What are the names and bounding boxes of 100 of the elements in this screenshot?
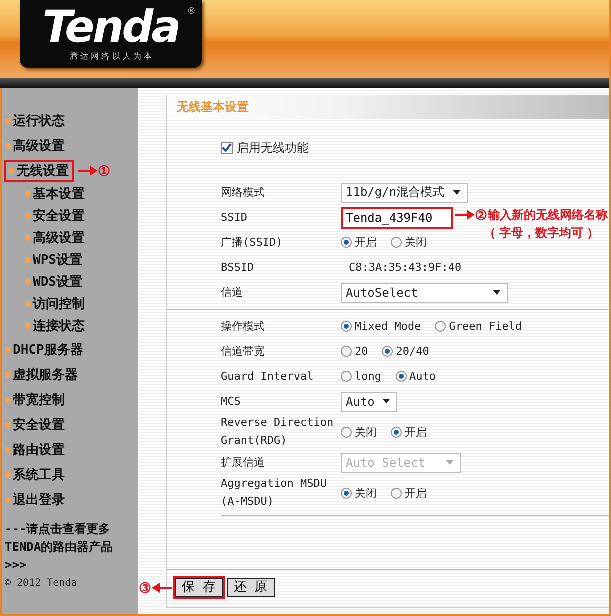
radio-label: Green Field (449, 320, 522, 333)
sidebar-item[interactable]: DHCP服务器 (2, 340, 84, 358)
field-label: Guard Interval (221, 370, 315, 383)
sidebar-item[interactable]: 虚拟服务器 (2, 366, 78, 384)
radio-button[interactable] (391, 237, 402, 248)
sidebar-item[interactable]: 高级设置 (2, 136, 65, 154)
radio-label: Auto (410, 370, 436, 383)
sidebar-item-label: 路由设置 (13, 442, 65, 458)
caret-icon (382, 399, 390, 404)
radio-label: 开启 (405, 424, 427, 440)
field-label: 操作模式 (221, 319, 266, 334)
radio-label: 20/40 (396, 345, 430, 358)
caret-icon (446, 460, 454, 465)
bullet-icon (5, 396, 11, 402)
radio-label: 关闭 (405, 235, 427, 250)
caret-icon (493, 290, 501, 295)
button[interactable]: 保 存 (175, 578, 223, 597)
logo-tagline: 腾 达 网 络 以 人 为 本 (70, 52, 152, 62)
dropdown[interactable]: AutoSelect (341, 282, 508, 302)
radio-label: 开启 (355, 235, 377, 250)
bullet-icon (5, 142, 11, 148)
sidebar-item[interactable]: 访问控制 (22, 295, 85, 313)
sidebar-item-label: 运行状态 (13, 112, 65, 130)
sidebar-item-label: 高级设置 (33, 230, 85, 247)
radio-button[interactable] (341, 488, 352, 498)
radio-button[interactable] (341, 237, 352, 248)
bullet-icon (25, 235, 31, 241)
radio-button[interactable] (341, 321, 352, 332)
callout-number: ① (98, 162, 111, 180)
bullet-icon (5, 372, 11, 378)
caret-icon (453, 190, 461, 195)
sidebar-item[interactable]: WPS设置 (22, 251, 82, 269)
radio-button[interactable] (341, 346, 352, 357)
bullet-icon (25, 279, 31, 285)
bullet-icon (5, 118, 11, 124)
sidebar-item-label: 安全设置 (13, 416, 65, 434)
bullet-icon (25, 257, 31, 263)
sidebar-item[interactable]: 路由设置 (2, 440, 65, 458)
field-label: 广播(SSID) (221, 235, 284, 250)
field-label: SSID (221, 211, 248, 224)
sidebar-item-label: 连接状态 (33, 318, 85, 335)
promo-link[interactable]: TENDA的路由器产品 (5, 538, 138, 556)
sidebar-item[interactable]: 高级设置 (22, 229, 85, 247)
registered-mark: ® (187, 6, 196, 19)
bullet-icon (9, 168, 15, 174)
sidebar-item-label: 基本设置 (33, 186, 85, 203)
copyright-text: © 2012 Tenda (4, 578, 78, 589)
dropdown[interactable]: 11b/g/n混合模式 (341, 182, 468, 202)
panel-title: 无线基本设置 (167, 95, 609, 119)
sidebar-item[interactable]: 无线设置 (4, 160, 74, 182)
radio-button[interactable] (341, 426, 352, 438)
radio-button[interactable] (391, 426, 402, 438)
field-label: BSSID (221, 261, 256, 274)
sidebar-item-label: 访问控制 (33, 296, 85, 313)
radio-button[interactable] (435, 321, 446, 332)
arrow-icon (152, 583, 172, 593)
radio-button[interactable] (391, 488, 402, 498)
field-label: 网络模式 (221, 185, 266, 200)
sidebar-item[interactable]: 安全设置 (2, 416, 65, 434)
field-label: Aggregation MSDU (A-MSDU) (221, 476, 328, 510)
bullet-icon (25, 213, 31, 219)
logo-text: Tenda (42, 4, 180, 52)
field-label: 扩展信道 (221, 455, 266, 470)
sidebar-item-label: 高级设置 (13, 138, 65, 154)
bullet-icon (5, 422, 11, 428)
sidebar-item[interactable]: 连接状态 (22, 317, 85, 335)
sidebar-item[interactable]: 运行状态 (2, 112, 65, 130)
sidebar-item[interactable]: 退出登录 (2, 490, 65, 508)
checkbox[interactable] (221, 142, 233, 154)
radio-label: Mixed Mode (355, 320, 422, 333)
dropdown[interactable]: Auto (341, 392, 397, 412)
bullet-icon (5, 496, 11, 502)
ssid-field[interactable]: Tenda_439F40 (341, 206, 453, 228)
arrow-icon (455, 210, 475, 220)
bullet-icon (25, 191, 31, 197)
sidebar-item[interactable]: WDS设置 (22, 273, 82, 291)
sidebar-item[interactable]: 带宽控制 (2, 390, 65, 408)
field-label: MCS (221, 395, 242, 408)
radio-button[interactable] (341, 371, 352, 382)
promo-link[interactable]: ---请点击查看更多 (5, 520, 138, 538)
bullet-icon (25, 301, 31, 307)
radio-button[interactable] (396, 371, 406, 382)
sidebar-item[interactable]: 基本设置 (22, 185, 85, 203)
button[interactable]: 还 原 (226, 578, 275, 597)
sidebar-item-label: 虚拟服务器 (13, 366, 78, 384)
sidebar-item-label: 安全设置 (33, 208, 85, 225)
sidebar-item-label: 带宽控制 (13, 392, 65, 408)
callout-number: ② (475, 206, 488, 224)
sidebar-item[interactable]: 系统工具 (2, 466, 65, 484)
arrow-icon (78, 166, 98, 176)
promo-link[interactable]: >>> (5, 556, 138, 574)
dropdown: Auto Select (341, 452, 461, 472)
sidebar-item[interactable]: 安全设置 (22, 207, 85, 225)
bullet-icon (25, 323, 31, 329)
callout-number: ③ (139, 579, 152, 597)
sidebar-item-label: WPS设置 (33, 252, 82, 269)
radio-label: 关闭 (355, 486, 377, 500)
radio-label: 20 (355, 345, 368, 358)
radio-button[interactable] (382, 346, 394, 357)
field-label: Reverse Direction Grant(RDG) (221, 415, 335, 449)
